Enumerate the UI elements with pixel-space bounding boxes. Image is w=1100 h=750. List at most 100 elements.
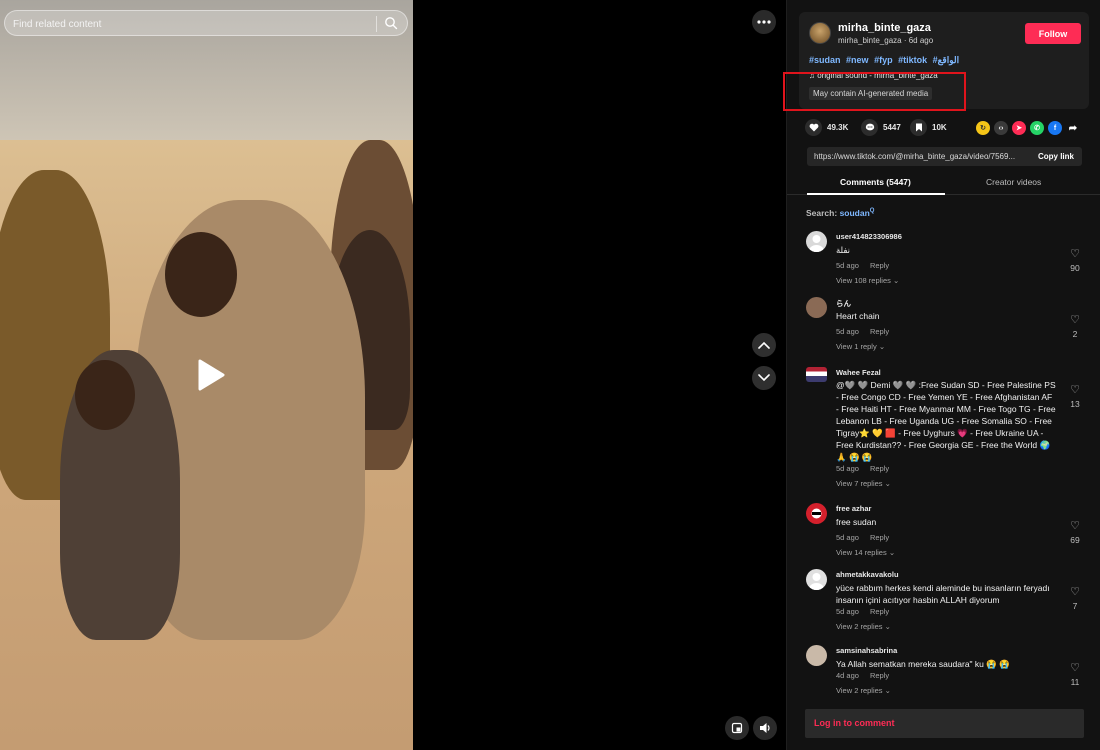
commenter-name[interactable]: Wahee Fezal — [836, 368, 881, 377]
play-icon[interactable] — [192, 357, 228, 393]
comment-like-button[interactable]: ♡ 90 — [1067, 244, 1083, 273]
comment-meta: 4d ago Reply — [836, 671, 889, 680]
reply-button[interactable]: Reply — [870, 607, 889, 616]
commenter-avatar[interactable] — [806, 503, 827, 524]
comment-text: yüce rabbım herkes kendi aleminde bu ins… — [836, 583, 1050, 605]
reply-button[interactable]: Reply — [870, 671, 889, 680]
chevron-down-icon: ⌄ — [878, 342, 886, 351]
view-replies-button[interactable]: View 7 replies ⌄ — [836, 479, 891, 488]
heart-outline-icon: ♡ — [1070, 662, 1080, 674]
comment-item: samsinahsabrina Ya Allah sematkan mereka… — [787, 639, 1100, 699]
comment-like-button[interactable]: ♡ 13 — [1067, 380, 1083, 409]
heart-outline-icon: ♡ — [1070, 586, 1080, 598]
comment-item: らん Heart chain 5d ago Reply View 1 reply … — [787, 291, 1100, 357]
hashtag-list: #sudan #new #fyp #tiktok #الواقع — [809, 55, 962, 66]
comment-search-suggestion[interactable]: Search: soudanQ — [806, 208, 874, 218]
view-replies-button[interactable]: View 14 replies ⌄ — [836, 548, 895, 557]
reply-button[interactable]: Reply — [870, 533, 889, 542]
comment-like-button[interactable]: ♡ 7 — [1067, 582, 1083, 611]
comment-icon — [861, 119, 878, 136]
reply-button[interactable]: Reply — [870, 464, 889, 473]
related-search-bar[interactable] — [4, 10, 408, 36]
comment-like-button[interactable]: ♡ 11 — [1067, 658, 1083, 687]
view-replies-label: View 1 reply — [836, 342, 877, 351]
author-handle-line: mirha_binte_gaza · 6d ago — [838, 36, 934, 45]
floating-player-button[interactable] — [725, 716, 749, 740]
search-icon[interactable] — [384, 16, 398, 30]
commenter-avatar[interactable] — [806, 231, 827, 252]
commenter-avatar[interactable] — [806, 569, 827, 590]
hashtag-link[interactable]: #fyp — [874, 55, 893, 65]
search-keyword[interactable]: soudan — [840, 208, 870, 218]
send-icon[interactable]: ➤ — [1012, 121, 1026, 135]
comment-like-count: 2 — [1072, 329, 1078, 339]
login-to-comment-link[interactable]: Log in to comment — [814, 718, 895, 728]
view-replies-button[interactable]: View 2 replies ⌄ — [836, 686, 891, 695]
comment-text: free sudan — [836, 517, 877, 527]
previous-video-button[interactable] — [752, 333, 776, 357]
view-replies-label: View 14 replies — [836, 548, 887, 557]
volume-button[interactable] — [753, 716, 777, 740]
chevron-down-icon: ⌄ — [884, 622, 891, 631]
tab-creator-videos[interactable]: Creator videos — [986, 177, 1041, 187]
save-count: 10K — [932, 123, 947, 132]
like-button[interactable]: 49.3K — [805, 119, 848, 136]
comment-button[interactable]: 5447 — [861, 119, 901, 136]
heart-outline-icon: ♡ — [1070, 520, 1080, 532]
commenter-name[interactable]: free azhar — [836, 504, 871, 513]
share-icon[interactable]: ➦ — [1066, 121, 1080, 135]
engagement-bar: 49.3K 5447 10K ↻ ‹› ➤ ✆ f ➦ — [805, 119, 1085, 137]
commenter-name[interactable]: ahmetakkavakolu — [836, 570, 899, 579]
hashtag-link[interactable]: #الواقع — [933, 55, 960, 65]
commenter-name[interactable]: user414823306986 — [836, 232, 902, 241]
search-separator — [376, 16, 377, 32]
embed-icon[interactable]: ‹› — [994, 121, 1008, 135]
view-replies-button[interactable]: View 1 reply ⌄ — [836, 342, 885, 351]
author-username[interactable]: mirha_binte_gaza — [838, 22, 931, 34]
more-options-button[interactable] — [752, 10, 776, 34]
comment-meta: 5d ago Reply — [836, 327, 889, 336]
facebook-icon[interactable]: f — [1048, 121, 1062, 135]
related-search-input[interactable] — [13, 14, 373, 34]
comment-count: 5447 — [883, 123, 901, 132]
login-to-comment-bar[interactable]: Log in to comment — [805, 709, 1084, 738]
heart-outline-icon: ♡ — [1070, 248, 1080, 260]
next-video-button[interactable] — [752, 366, 776, 390]
repost-icon[interactable]: ↻ — [976, 121, 990, 135]
commenter-name[interactable]: samsinahsabrina — [836, 646, 897, 655]
comment-like-button[interactable]: ♡ 69 — [1067, 516, 1083, 545]
chevron-down-icon — [758, 374, 770, 382]
comment-item: free azhar free sudan 5d ago Reply View 1… — [787, 497, 1100, 563]
hashtag-link[interactable]: #new — [846, 55, 869, 65]
hashtag-link[interactable]: #tiktok — [898, 55, 927, 65]
video-link-row: https://www.tiktok.com/@mirha_binte_gaza… — [807, 147, 1082, 166]
heart-icon — [805, 119, 822, 136]
comment-time: 5d ago — [836, 261, 859, 270]
author-avatar[interactable] — [809, 22, 831, 44]
search-label-prefix: Search: — [806, 208, 838, 218]
view-replies-button[interactable]: View 2 replies ⌄ — [836, 622, 891, 631]
whatsapp-icon[interactable]: ✆ — [1030, 121, 1044, 135]
comment-like-button[interactable]: ♡ 2 — [1067, 310, 1083, 339]
commenter-avatar[interactable] — [806, 645, 827, 666]
view-replies-button[interactable]: View 108 replies ⌄ — [836, 276, 899, 285]
video-url[interactable]: https://www.tiktok.com/@mirha_binte_gaza… — [814, 152, 1026, 161]
comment-time: 5d ago — [836, 607, 859, 616]
comment-list: user414823306986 نفلة 5d ago Reply View 1… — [787, 225, 1100, 699]
comment-time: 5d ago — [836, 533, 859, 542]
follow-button[interactable]: Follow — [1025, 23, 1081, 44]
active-tab-indicator — [807, 193, 945, 195]
commenter-avatar[interactable] — [806, 297, 827, 318]
save-button[interactable]: 10K — [910, 119, 947, 136]
hashtag-link[interactable]: #sudan — [809, 55, 841, 65]
annotation-highlight-box — [783, 72, 966, 111]
reply-button[interactable]: Reply — [870, 327, 889, 336]
copy-link-button[interactable]: Copy link — [1030, 147, 1082, 166]
tab-comments[interactable]: Comments (5447) — [840, 177, 911, 187]
reply-button[interactable]: Reply — [870, 261, 889, 270]
commenter-avatar[interactable] — [806, 367, 827, 382]
comment-time: 5d ago — [836, 327, 859, 336]
view-replies-label: View 2 replies — [836, 686, 883, 695]
commenter-name[interactable]: らん — [836, 298, 851, 309]
video-player[interactable] — [0, 0, 413, 750]
